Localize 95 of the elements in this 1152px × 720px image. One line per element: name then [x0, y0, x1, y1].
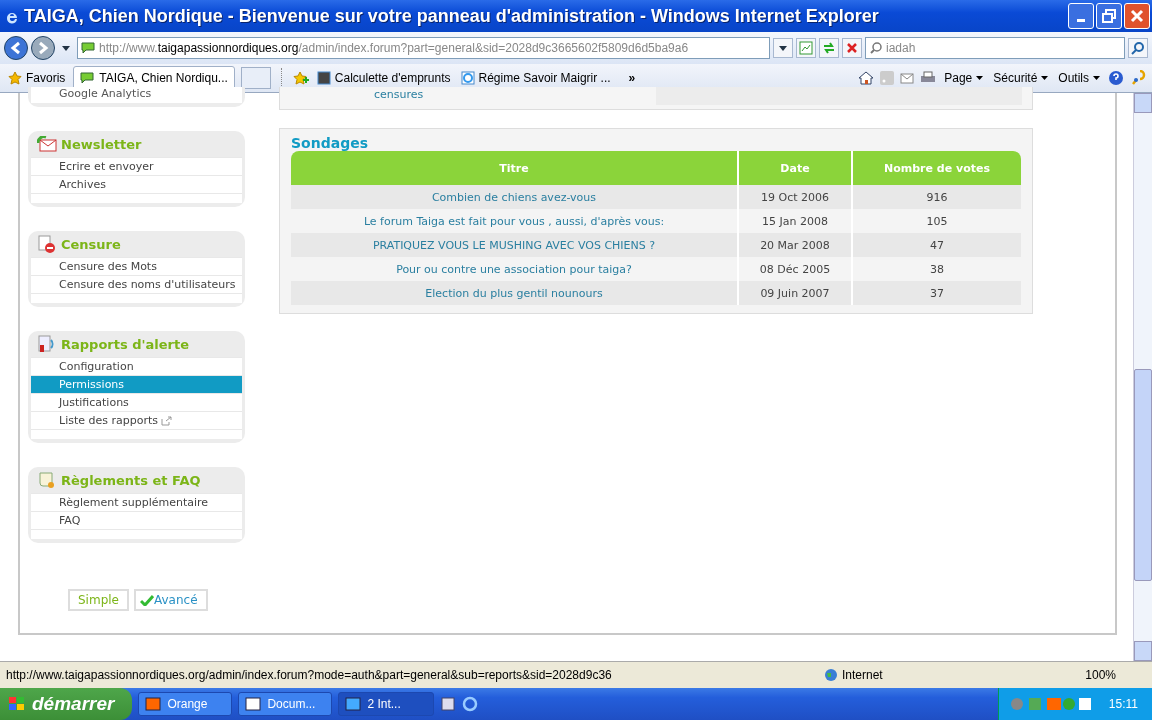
help-icon[interactable]	[1108, 70, 1124, 86]
chart-icon	[799, 41, 813, 55]
table-cell: PRATIQUEZ VOUS LE MUSHING AVEC VOS CHIENS ?	[291, 233, 739, 257]
clock: 15:11	[1108, 697, 1138, 711]
stop-button[interactable]	[842, 38, 862, 58]
table-cell: 37	[853, 281, 1021, 305]
quick-launch-icon[interactable]	[440, 696, 457, 712]
table-cell: 09 Juin 2007	[739, 281, 853, 305]
stat-link[interactable]: censures	[374, 87, 424, 105]
address-field[interactable]: http://www.taigapassionnordiques.org/admin/index.forum?part=general&sid=2028d9c3665602f5809d6d5ba9a6	[77, 37, 770, 59]
table-cell: Election du plus gentil nounours	[291, 281, 739, 305]
taskbar-button[interactable]: 2 Int...	[338, 692, 435, 716]
minimize-button[interactable]	[1068, 3, 1094, 29]
close-icon	[1130, 9, 1144, 23]
search-button[interactable]	[1128, 38, 1148, 58]
browser-logo-icon[interactable]	[462, 696, 479, 712]
table-cell: 47	[853, 233, 1021, 257]
refresh-icon	[822, 41, 836, 55]
window-title: TAIGA, Chien Nordique - Bienvenue sur votre panneau d'administration - Windows Internet Explorer	[24, 5, 880, 27]
caret-icon	[779, 45, 787, 51]
command-menu[interactable]: Page	[942, 71, 986, 85]
section-title: Sondages	[291, 135, 368, 151]
table-cell: Combien de chiens avez-vous	[291, 185, 739, 209]
menu-item[interactable]: Censure des Mots	[31, 257, 242, 275]
more-button[interactable]: »	[628, 71, 636, 85]
site-icon	[460, 71, 475, 85]
print-icon[interactable]	[920, 71, 937, 85]
envelope-icon	[37, 136, 57, 152]
checkmark-icon	[140, 594, 154, 606]
document-block-icon	[37, 235, 57, 253]
section-title: Newsletter	[61, 136, 142, 152]
column-header: Date	[739, 151, 853, 185]
section-title: Censure	[61, 236, 121, 252]
menu-item[interactable]: Justifications	[31, 393, 242, 411]
add-favorite-icon[interactable]	[292, 71, 309, 85]
zoom-button[interactable]: 100%	[1045, 668, 1146, 682]
windows-logo-icon	[8, 696, 26, 712]
close-button[interactable]	[1124, 3, 1150, 29]
maximize-button[interactable]	[1096, 3, 1122, 29]
external-link-icon	[161, 415, 172, 426]
scroll-icon	[37, 471, 57, 489]
app-icon	[345, 697, 362, 711]
browser-tab[interactable]: TAIGA, Chien Nordiqu...	[73, 66, 235, 90]
section-title: Rapports d'alerte	[61, 336, 189, 352]
search-field[interactable]: iadah	[865, 37, 1125, 59]
caret-icon	[1041, 76, 1049, 80]
app-icon	[245, 697, 262, 711]
caret-icon[interactable]	[62, 45, 70, 51]
globe-icon	[824, 668, 838, 682]
status-url: http://www.taigapassionnordiques.org/admin/index.forum?mode=auth&part=general&sub=reports&sid=2028d9c36	[6, 668, 613, 682]
menu-item[interactable]: Ecrire et envoyer	[31, 157, 242, 175]
restore-icon	[1102, 9, 1116, 23]
back-button[interactable]	[4, 36, 28, 60]
page-icon	[80, 72, 95, 84]
scrollbar[interactable]	[1133, 93, 1152, 661]
site-icon	[316, 71, 331, 85]
column-header: Nombre de votes	[853, 151, 1021, 185]
search-icon	[1131, 41, 1145, 55]
caret-icon	[976, 76, 984, 80]
mail-icon[interactable]	[900, 72, 915, 84]
search-icon	[870, 42, 882, 54]
menu-item[interactable]: Règlement supplémentaire	[31, 493, 242, 511]
taskbar-button[interactable]: Docum...	[238, 692, 333, 716]
menu-item[interactable]: Censure des noms d'utilisateurs	[31, 275, 242, 293]
forward-button[interactable]	[31, 36, 55, 60]
command-menu[interactable]: Outils	[1056, 71, 1102, 85]
favorite-link[interactable]: Calculette d'emprunts	[314, 71, 453, 85]
security-zone: Internet	[842, 668, 883, 682]
section-title: Règlements et FAQ	[61, 472, 201, 488]
star-icon	[8, 71, 22, 85]
column-header: Titre	[291, 151, 739, 185]
favorites-button[interactable]: Favoris	[6, 71, 68, 85]
start-button[interactable]: démarrer	[0, 688, 133, 720]
app-icon	[145, 697, 162, 711]
command-menu[interactable]: Sécurité	[991, 71, 1051, 85]
stop-icon	[845, 41, 859, 55]
menu-item[interactable]: FAQ	[31, 511, 242, 529]
page-icon	[81, 42, 95, 54]
favorite-link[interactable]: Régime Savoir Maigrir ...	[458, 71, 613, 85]
home-icon[interactable]	[858, 71, 875, 85]
table-cell: 19 Oct 2006	[739, 185, 853, 209]
mode-button[interactable]: Avancé	[134, 589, 208, 611]
refresh-button[interactable]	[819, 38, 839, 58]
dropdown-button[interactable]	[773, 38, 793, 58]
table-cell-text: 38	[929, 261, 945, 278]
table-cell-text: 105	[925, 213, 949, 230]
menu-item[interactable]: Google Analytics	[31, 87, 242, 103]
minimize-icon	[1077, 19, 1085, 22]
menu-item[interactable]: Archives	[31, 175, 242, 193]
table-cell: 20 Mar 2008	[739, 233, 853, 257]
caret-icon	[1093, 76, 1100, 80]
menu-item[interactable]: Configuration	[31, 357, 242, 375]
table-cell: 916	[853, 185, 1021, 209]
menu-item[interactable]: Liste des rapports	[31, 411, 242, 429]
taskbar-button[interactable]: Orange	[138, 692, 233, 716]
